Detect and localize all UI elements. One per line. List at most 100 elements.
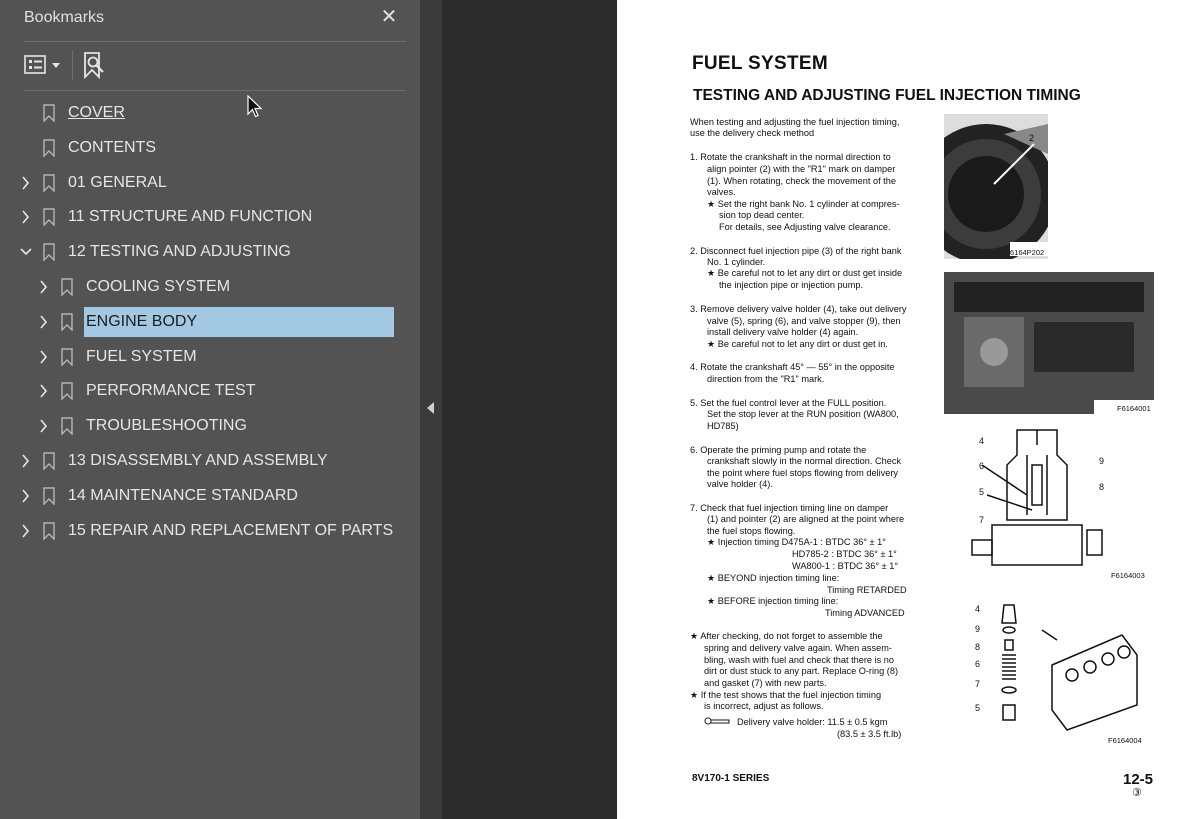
bookmark-label: 12 TESTING AND ADJUSTING	[68, 243, 291, 261]
page-text-line: ★ After checking, do not forget to assem…	[690, 631, 883, 641]
page-text-line: ★ BEYOND injection timing line:	[707, 573, 840, 583]
page-text-line: ★ Set the right bank No. 1 cylinder at c…	[707, 199, 900, 209]
page-text-line: 7. Check that fuel injection timing line…	[690, 503, 889, 513]
toolbar-divider-bottom	[24, 90, 406, 91]
bookmark-label: 15 REPAIR AND REPLACEMENT OF PARTS	[68, 521, 394, 539]
panel-title: Bookmarks	[24, 9, 105, 26]
page-text-line: ★ If the test shows that the fuel inject…	[690, 690, 882, 700]
delivery-valve-diagram	[962, 425, 1112, 575]
figure-callout: 5	[975, 703, 981, 713]
page-text-line: (83.5 ± 3.5 ft.lb)	[837, 729, 902, 739]
bookmark-icon	[61, 347, 73, 366]
bookmarks-panel: Bookmarks ✕ COVER CONTENTS 01 GENERAL 11 ST…	[0, 0, 420, 819]
chevron-right-icon[interactable]	[37, 382, 51, 400]
figure-callout: 7	[979, 515, 985, 525]
figure-callout: 6	[975, 659, 981, 669]
bookmark-item[interactable]: 14 MAINTENANCE STANDARD	[0, 481, 420, 511]
page-text-line: direction from the "R1" mark.	[707, 374, 825, 384]
page-text-line: 5. Set the fuel control lever at the FUL…	[690, 398, 887, 408]
page-heading: TESTING AND ADJUSTING FUEL INJECTION TIM…	[693, 87, 1081, 104]
chevron-right-icon[interactable]	[19, 452, 33, 470]
mouse-cursor-icon	[247, 95, 263, 118]
page-text-line: valves.	[707, 187, 736, 197]
figure-callout: 5	[979, 487, 985, 497]
collapse-panel-button[interactable]	[424, 398, 438, 418]
page-text-line: valve (5), spring (6), and valve stopper…	[707, 316, 901, 326]
page-text-line: 3. Remove delivery valve holder (4), tak…	[690, 304, 907, 314]
bookmark-label: COVER	[68, 104, 125, 121]
figure-callout: 9	[975, 624, 981, 634]
bookmark-item[interactable]: 11 STRUCTURE AND FUNCTION	[0, 202, 420, 232]
page-text-line: (1) and pointer (2) are aligned at the p…	[707, 514, 905, 524]
valve-parts-diagram	[972, 595, 1142, 740]
bookmark-item[interactable]: 13 DISASSEMBLY AND ASSEMBLY	[0, 446, 420, 476]
bookmark-icon	[43, 521, 55, 540]
page-text-line: the point where fuel stops flowing from …	[707, 468, 898, 478]
find-current-bookmark-button[interactable]	[82, 51, 108, 80]
bookmark-label: TROUBLESHOOTING	[86, 417, 247, 435]
bookmark-item[interactable]: ENGINE BODY	[0, 306, 420, 337]
bookmark-item[interactable]: 15 REPAIR AND REPLACEMENT OF PARTS	[0, 516, 420, 546]
bookmark-icon	[43, 243, 55, 262]
triangle-left-icon	[427, 402, 434, 414]
bookmark-label: 11 STRUCTURE AND FUNCTION	[68, 208, 313, 226]
bookmark-item[interactable]: 12 TESTING AND ADJUSTING	[0, 237, 420, 267]
document-page: FUEL SYSTEM TESTING AND ADJUSTING FUEL I…	[617, 0, 1200, 819]
chevron-right-icon[interactable]	[19, 487, 33, 505]
revision-mark: ③	[1132, 787, 1142, 799]
injection-pump-photo	[944, 272, 1154, 414]
chevron-right-icon[interactable]	[19, 174, 33, 192]
figure-callout: 6	[979, 461, 985, 471]
close-panel-button[interactable]: ✕	[378, 6, 400, 28]
chevron-right-icon[interactable]	[37, 313, 51, 331]
page-text-line: (1). When rotating, check the movement o…	[707, 176, 896, 186]
bookmark-label: 14 MAINTENANCE STANDARD	[68, 486, 298, 504]
find-bookmark-icon	[84, 52, 104, 80]
bookmark-item[interactable]: PERFORMANCE TEST	[0, 376, 420, 406]
chevron-down-icon[interactable]	[19, 243, 33, 261]
page-text-line: When testing and adjusting the fuel inje…	[690, 117, 900, 127]
chevron-right-icon[interactable]	[19, 522, 33, 540]
page-text-line: Timing RETARDED	[827, 585, 907, 595]
page-text-line: ★ BEFORE injection timing line:	[707, 596, 839, 606]
page-text-line: 4. Rotate the crankshaft 45° — 55° in th…	[690, 362, 895, 372]
page-text-line: align pointer (2) with the "R1" mark on …	[707, 164, 896, 174]
header-divider	[24, 41, 406, 42]
page-text-line: HD785)	[707, 421, 739, 431]
page-text-line: dirt or dust stuck to any part. Replace …	[704, 666, 899, 676]
bookmark-item[interactable]: CONTENTS	[0, 133, 420, 163]
page-text-line: WA800-1 : BTDC 36° ± 1°	[792, 561, 899, 571]
list-options-icon	[24, 55, 60, 74]
bookmark-icon	[43, 487, 55, 505]
page-text-line: use the delivery check method	[690, 128, 815, 138]
bookmark-icon	[43, 452, 55, 470]
chevron-right-icon[interactable]	[37, 348, 51, 366]
bookmark-item[interactable]: TROUBLESHOOTING	[0, 411, 420, 441]
page-text-line: the fuel stops flowing.	[707, 526, 796, 536]
bookmark-item[interactable]: FUEL SYSTEM	[0, 342, 420, 372]
chevron-right-icon[interactable]	[37, 278, 51, 296]
page-text-line: ★ Injection timing D475A-1 : BTDC 36° ± …	[707, 537, 886, 547]
figure-callout: 9	[1099, 456, 1105, 466]
bookmark-icon	[61, 417, 73, 436]
page-text-line: and gasket (7) with new parts.	[704, 678, 827, 688]
figure-callout: 7	[975, 679, 981, 689]
bookmark-label: CONTENTS	[68, 138, 156, 156]
bookmark-icon	[43, 208, 55, 227]
toolbar-divider	[72, 50, 73, 80]
page-text-line: Delivery valve holder: 11.5 ± 0.5 kgm	[737, 717, 888, 727]
bookmark-item[interactable]: COVER	[0, 98, 420, 128]
footer-series: 8V170-1 SERIES	[692, 773, 770, 784]
page-text-line: sion top dead center.	[719, 210, 805, 220]
figure-callout: 8	[975, 642, 981, 652]
bookmark-item[interactable]: COOLING SYSTEM	[0, 272, 420, 302]
figure-callout: 4	[979, 436, 985, 446]
bookmark-label: PERFORMANCE TEST	[86, 382, 256, 400]
options-menu-button[interactable]	[24, 52, 64, 78]
chevron-right-icon[interactable]	[37, 417, 51, 435]
bookmark-label: 01 GENERAL	[68, 173, 167, 191]
figure-callout: 4	[975, 604, 981, 614]
bookmark-icon	[43, 104, 55, 122]
bookmark-item[interactable]: 01 GENERAL	[0, 168, 420, 198]
chevron-right-icon[interactable]	[19, 208, 33, 226]
